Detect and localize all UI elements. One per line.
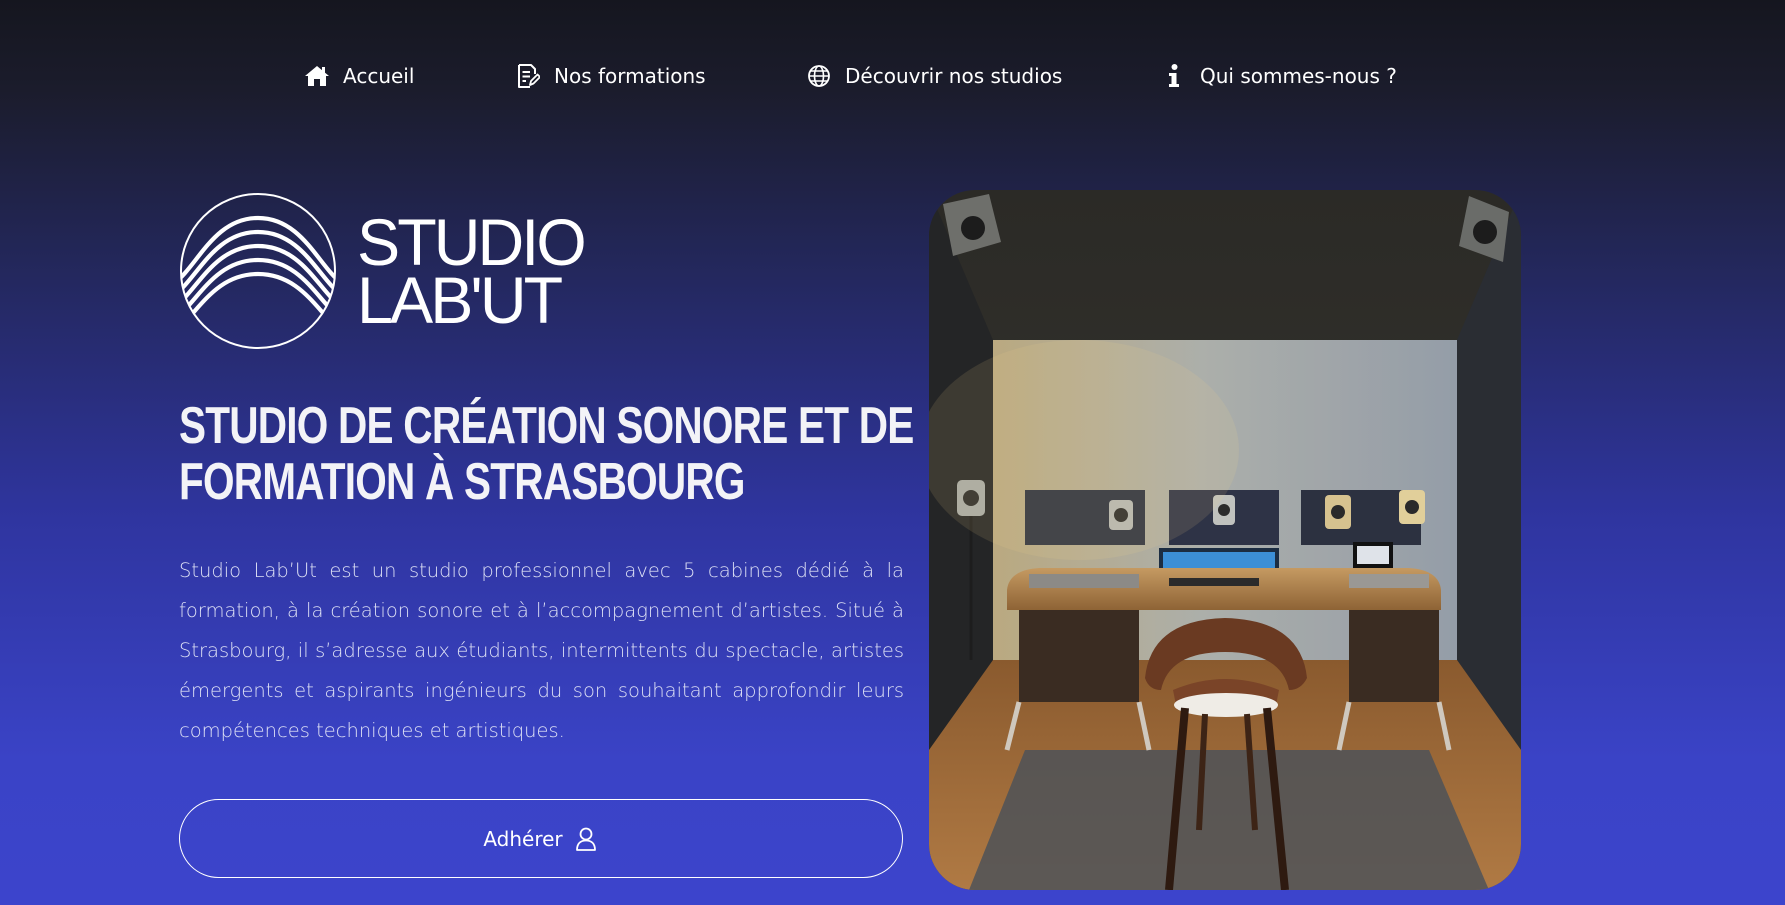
logo-wordmark: STUDIO LAB'UT: [357, 209, 587, 337]
page-title-line-2: FORMATION À STRASBOURG: [179, 453, 745, 511]
nav-item-studios[interactable]: Découvrir nos studios: [805, 58, 1062, 94]
page-title: STUDIO DE CRÉATION SONORE ET DE FORMATIO…: [179, 397, 914, 511]
user-icon: [575, 826, 599, 852]
nav-item-home[interactable]: Accueil: [303, 58, 414, 94]
globe-icon: [805, 62, 833, 90]
intro-paragraph: Studio Lab’Ut est un studio professionne…: [179, 559, 904, 742]
nav-item-about[interactable]: Qui sommes-nous ?: [1160, 58, 1397, 94]
logo-line-2: LAB'UT: [357, 263, 563, 337]
document-edit-icon: [514, 62, 542, 90]
nav-item-formations[interactable]: Nos formations: [514, 58, 706, 94]
page-title-line-1: STUDIO DE CRÉATION SONORE ET DE: [179, 397, 914, 455]
brand-logo[interactable]: STUDIO LAB'UT: [179, 192, 599, 350]
join-button[interactable]: Adhérer: [179, 799, 903, 878]
info-icon: [1160, 62, 1188, 90]
join-button-label: Adhérer: [483, 826, 563, 851]
nav-label-formations: Nos formations: [554, 64, 706, 88]
home-icon: [303, 62, 331, 90]
nav-label-about: Qui sommes-nous ?: [1200, 64, 1397, 88]
nav-label-home: Accueil: [343, 64, 415, 88]
logo-wave-icon: [180, 193, 336, 349]
nav-label-studios: Découvrir nos studios: [845, 64, 1063, 88]
studio-photo: [929, 190, 1521, 890]
main-navigation: Accueil Nos formations Découvrir nos stu: [0, 0, 1785, 152]
